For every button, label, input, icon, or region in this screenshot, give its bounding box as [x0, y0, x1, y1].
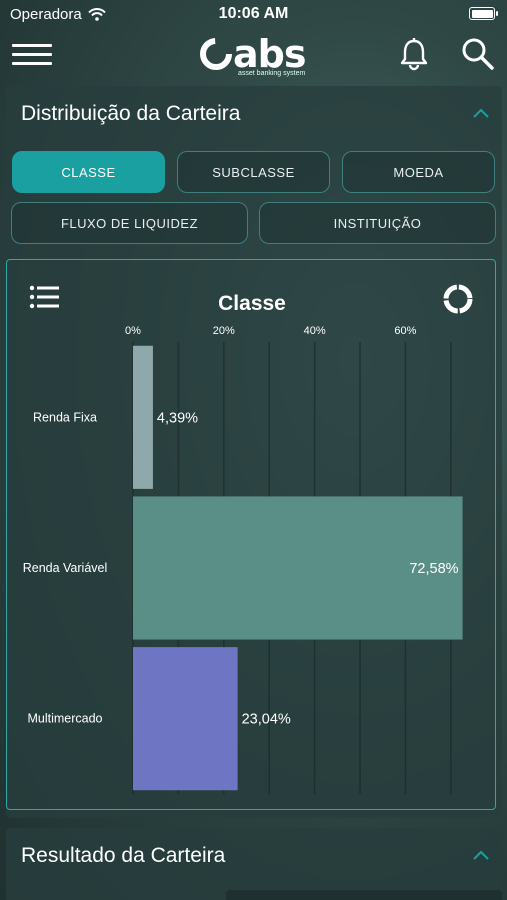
value-label: 4,39% — [157, 410, 198, 426]
search-icon[interactable] — [460, 36, 496, 72]
category-label: Multimercado — [27, 712, 102, 726]
chevron-up-icon[interactable] — [472, 106, 490, 120]
distribution-card: Distribuição da Carteira CLASSE SUBCLASS… — [6, 86, 502, 818]
x-tick-label: 0% — [125, 325, 141, 337]
chevron-up-icon[interactable] — [472, 848, 490, 862]
x-tick-label: 40% — [304, 325, 326, 337]
menu-icon-bar — [12, 62, 52, 65]
filter-instituicao-button[interactable]: INSTITUIÇÃO — [259, 202, 496, 244]
menu-icon-bar — [12, 44, 52, 47]
filter-fluxo-liquidez-button[interactable]: FLUXO DE LIQUIDEZ — [11, 202, 248, 244]
chart-title: Classe — [218, 292, 286, 315]
value-label: 23,04% — [242, 712, 291, 728]
menu-button[interactable] — [12, 40, 52, 70]
filter-subclasse-button[interactable]: SUBCLASSE — [177, 151, 330, 193]
app-header: abs asset banking system — [0, 28, 507, 84]
status-time: 10:06 AM — [218, 5, 289, 22]
donut-chart-icon[interactable] — [441, 282, 475, 316]
status-bar: Operadora 10:06 AM — [0, 0, 507, 28]
notification-bell-icon[interactable] — [396, 36, 432, 72]
logo-mark-icon — [200, 38, 232, 70]
value-label: 72,58% — [409, 561, 458, 577]
menu-icon-bar — [12, 53, 52, 56]
category-label: Renda Variável — [23, 561, 108, 575]
bar-chart: 0% 20% 40% 60% Renda Fixa 4,39% Renda Variável… — [23, 325, 463, 794]
battery-icon — [469, 7, 498, 20]
result-card: Resultado da Carteira — [6, 828, 502, 900]
result-content-panel — [226, 890, 502, 900]
logo-subtitle: asset banking system — [238, 70, 306, 77]
x-tick-label: 60% — [394, 325, 416, 337]
chart-panel: Classe 0% 20% 40% 60% Renda Fixa 4,39% Renda V… — [6, 259, 496, 810]
x-tick-label: 20% — [213, 325, 235, 337]
filter-moeda-button[interactable]: MOEDA — [342, 151, 495, 193]
category-label: Renda Fixa — [33, 410, 97, 424]
result-title: Resultado da Carteira — [21, 844, 226, 867]
app-logo: abs asset banking system — [200, 32, 310, 78]
bar — [133, 647, 238, 791]
bar — [133, 345, 153, 489]
filter-classe-button[interactable]: CLASSE — [12, 151, 165, 193]
distribution-title: Distribuição da Carteira — [21, 102, 241, 125]
